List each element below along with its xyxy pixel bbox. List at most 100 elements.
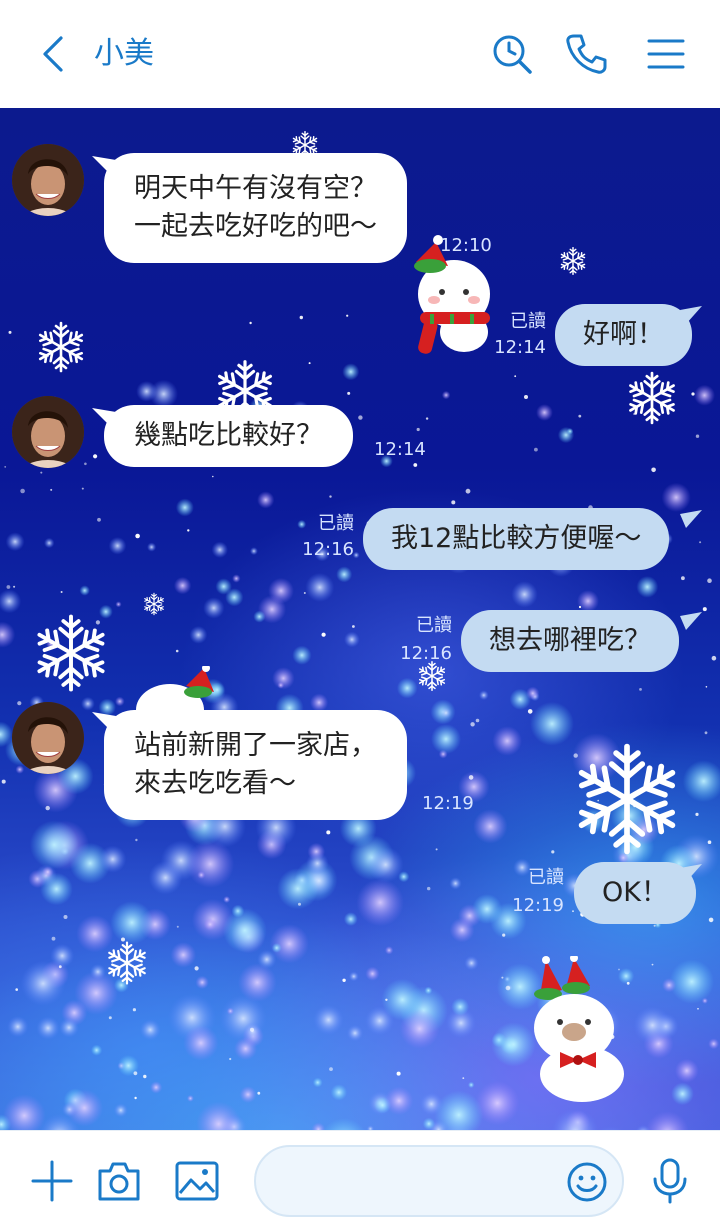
sparkle-dot bbox=[135, 838, 138, 842]
bubble-tail bbox=[680, 612, 702, 630]
glitter-dot bbox=[42, 866, 54, 878]
read-receipt: 已讀 bbox=[318, 513, 354, 534]
glitter-dot bbox=[424, 986, 433, 995]
received-message-bubble[interactable]: 站前新開了一家店， 來去吃吃看～ bbox=[104, 710, 407, 820]
glitter-dot bbox=[449, 877, 462, 890]
glitter-dot bbox=[196, 1101, 241, 1130]
bubble-tail bbox=[680, 306, 702, 324]
sparkle-dot bbox=[298, 902, 301, 906]
contact-avatar[interactable] bbox=[12, 396, 84, 468]
contact-avatar[interactable] bbox=[12, 702, 84, 774]
sparkle-dot bbox=[13, 585, 16, 588]
bubble-tail bbox=[680, 510, 702, 528]
glitter-dot bbox=[313, 1004, 344, 1036]
image-icon[interactable] bbox=[174, 1159, 220, 1203]
sparkle-dot bbox=[707, 840, 712, 844]
glitter-dot bbox=[305, 572, 335, 602]
glitter-dot bbox=[536, 404, 553, 421]
phone-icon[interactable] bbox=[564, 32, 608, 76]
snowflake-icon bbox=[624, 370, 680, 426]
sparkle-dot bbox=[175, 649, 179, 653]
mic-icon[interactable] bbox=[650, 1157, 690, 1205]
glitter-dot bbox=[203, 597, 225, 619]
glitter-dot bbox=[108, 537, 127, 555]
received-message-bubble[interactable]: 明天中午有沒有空？ 一起去吃好吃的吧～ bbox=[104, 153, 407, 263]
sparkle-dot bbox=[308, 362, 311, 365]
plus-icon[interactable] bbox=[30, 1159, 74, 1203]
glitter-dot bbox=[701, 997, 709, 1004]
sent-message-bubble[interactable]: 好啊！ bbox=[555, 304, 692, 366]
glitter-dot bbox=[342, 363, 360, 381]
glitter-dot bbox=[422, 1117, 436, 1130]
glitter-dot bbox=[110, 901, 154, 945]
sparkle-dot bbox=[695, 434, 700, 438]
sparkle-dot bbox=[20, 488, 25, 494]
glitter-dot bbox=[40, 872, 73, 906]
glitter-dot bbox=[226, 1007, 234, 1015]
sparkle-dot bbox=[578, 605, 582, 609]
received-message-bubble[interactable]: 幾點吃比較好？ bbox=[104, 405, 353, 467]
glitter-dot bbox=[277, 681, 285, 689]
sparkle-dot bbox=[329, 1067, 333, 1071]
glitter-dot bbox=[292, 645, 312, 665]
glitter-dot bbox=[29, 820, 79, 870]
message-time: 12:10 bbox=[440, 235, 492, 256]
sparkle-dot bbox=[229, 1057, 232, 1061]
sparkle-dot bbox=[691, 392, 695, 396]
sparkle-dot bbox=[321, 632, 326, 637]
sparkle-dot bbox=[250, 1027, 254, 1032]
glitter-dot bbox=[249, 547, 258, 556]
back-icon[interactable] bbox=[34, 34, 74, 74]
glitter-dot bbox=[195, 975, 209, 990]
message-time: 12:14 bbox=[374, 439, 426, 460]
glitter-dot bbox=[566, 428, 574, 435]
sparkle-dot bbox=[257, 1091, 261, 1095]
glitter-dot bbox=[468, 1081, 475, 1089]
message-text: OK！ bbox=[602, 877, 668, 908]
sparkle-dot bbox=[524, 395, 528, 399]
bubble-tail bbox=[680, 864, 702, 882]
glitter-dot bbox=[451, 997, 470, 1016]
sparkle-dot bbox=[84, 462, 87, 466]
glitter-dot bbox=[396, 677, 418, 699]
camera-icon[interactable] bbox=[96, 1159, 142, 1203]
chat-area[interactable]: 明天中午有沒有空？ 一起去吃好吃的吧～ 12:10 已讀 12:14 好啊！ 幾… bbox=[0, 108, 720, 1130]
glitter-dot bbox=[348, 971, 359, 982]
message-text: 站前新開了一家店， bbox=[134, 730, 377, 761]
sparkle-dot bbox=[133, 1071, 138, 1076]
search-history-icon[interactable] bbox=[490, 32, 534, 76]
sparkle-dot bbox=[639, 688, 642, 691]
sparkle-dot bbox=[1, 779, 6, 784]
glitter-dot bbox=[551, 1108, 599, 1130]
glitter-dot bbox=[149, 1081, 163, 1094]
contact-avatar[interactable] bbox=[12, 144, 84, 216]
snowflake-icon bbox=[30, 612, 112, 694]
glitter-dot bbox=[173, 576, 192, 595]
sent-message-bubble[interactable]: 我12點比較方便喔～ bbox=[363, 508, 670, 570]
glitter-dot bbox=[197, 871, 206, 879]
glitter-dot bbox=[183, 1025, 219, 1061]
sparkle-dot bbox=[695, 812, 699, 817]
glitter-dot bbox=[492, 726, 522, 756]
sparkle-dot bbox=[249, 321, 252, 325]
message-input-bar bbox=[0, 1130, 720, 1232]
emoji-icon[interactable] bbox=[566, 1161, 608, 1203]
sent-message-bubble[interactable]: 想去哪裡吃？ bbox=[461, 610, 679, 672]
glitter-dot bbox=[81, 696, 95, 711]
glitter-dot bbox=[0, 621, 16, 648]
sparkle-dot bbox=[8, 330, 12, 334]
contact-name[interactable]: 小美 bbox=[94, 34, 154, 74]
glitter-dot bbox=[239, 1086, 257, 1103]
glitter-dot bbox=[365, 966, 380, 981]
glitter-dot bbox=[139, 1019, 161, 1041]
glitter-dot bbox=[346, 1024, 364, 1042]
sparkle-dot bbox=[45, 805, 50, 811]
sent-message-bubble[interactable]: OK！ bbox=[574, 862, 696, 924]
message-text: 想去哪裡吃？ bbox=[489, 625, 651, 656]
glitter-dot bbox=[431, 724, 461, 754]
sparkle-dot bbox=[358, 415, 363, 420]
sparkle-dot bbox=[465, 488, 471, 494]
sparkle-dot bbox=[514, 375, 517, 378]
sparkle-dot bbox=[187, 529, 190, 532]
menu-icon[interactable] bbox=[644, 32, 688, 76]
